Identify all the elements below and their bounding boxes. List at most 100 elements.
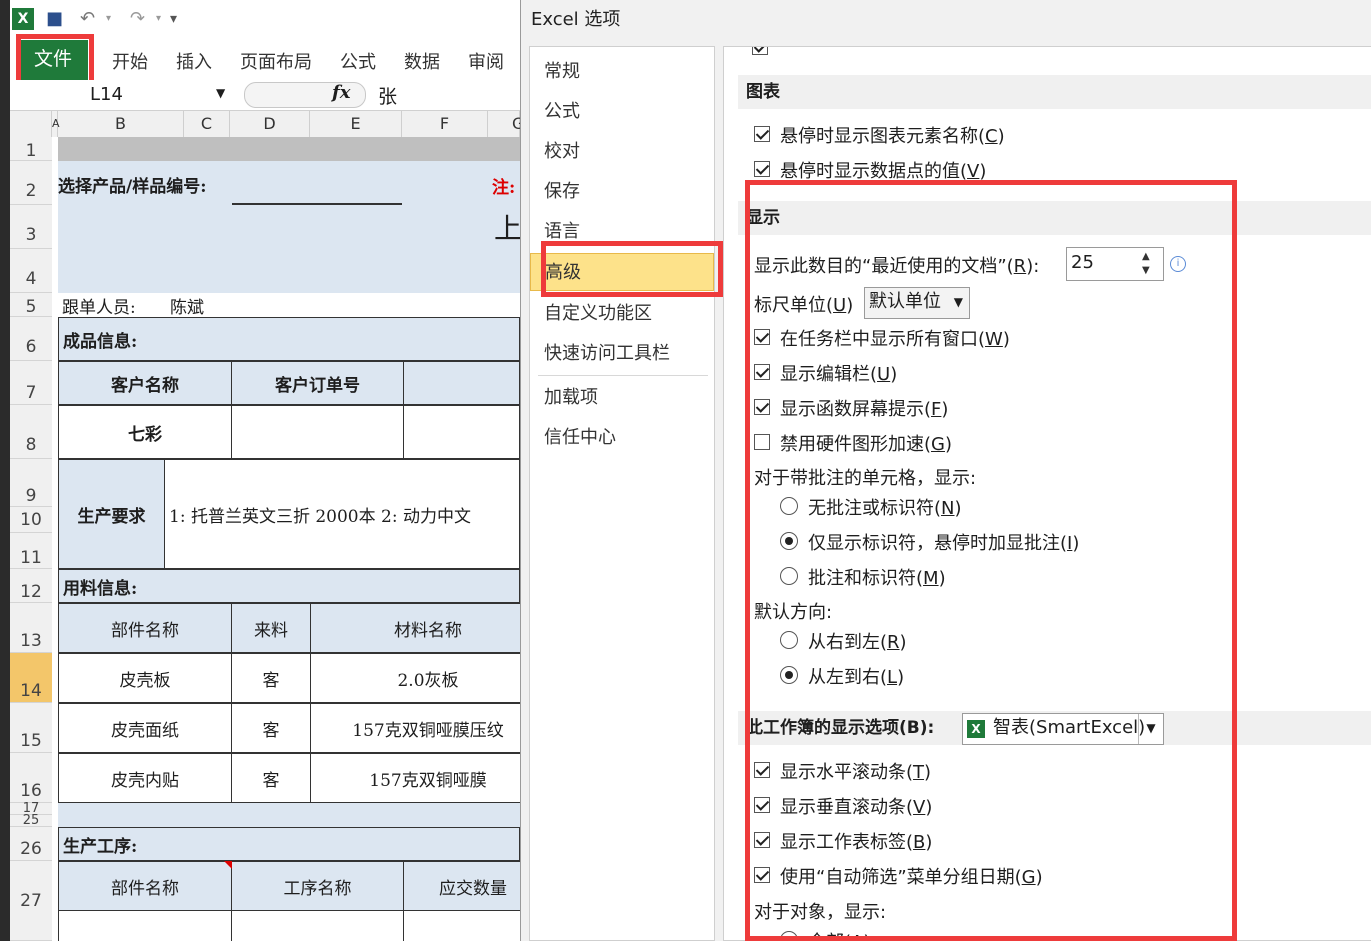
tab-review[interactable]: 审阅: [468, 48, 504, 74]
nav-proofing[interactable]: 校对: [530, 135, 714, 169]
tab-data[interactable]: 数据: [404, 48, 440, 74]
checkbox[interactable]: [752, 47, 768, 55]
customize-qat-icon[interactable]: ▾: [170, 8, 177, 30]
row-header-active[interactable]: 14: [10, 653, 52, 703]
nav-customize-ribbon[interactable]: 自定义功能区: [530, 297, 714, 331]
hover-element-names-label: 悬停时显示图表元素名称(C): [780, 126, 1005, 147]
redo-dropdown-icon[interactable]: ▾: [156, 8, 161, 30]
row-header[interactable]: 3: [10, 205, 52, 249]
nav-quick-access-toolbar[interactable]: 快速访问工具栏: [530, 337, 714, 371]
column-header[interactable]: D: [230, 111, 310, 137]
material-source-cell[interactable]: 客: [231, 653, 311, 703]
row-header[interactable]: 27: [10, 861, 52, 941]
product-info-header: 成品信息:: [58, 317, 520, 361]
material-part-cell[interactable]: 皮壳内贴: [58, 753, 232, 803]
row-header[interactable]: 15: [10, 703, 52, 753]
nav-general[interactable]: 常规: [530, 55, 714, 89]
customer-name-value[interactable]: 七彩: [58, 405, 232, 459]
select-product-label: 选择产品/样品编号:: [58, 176, 207, 197]
formula-input[interactable]: 张: [378, 82, 397, 109]
worksheet-grid[interactable]: 选择产品/样品编号: 注: 上 跟单人员: 陈斌 成品信息: 客户名称 客户订单…: [52, 137, 520, 941]
material-part-cell[interactable]: 皮壳板: [58, 653, 232, 703]
row-header[interactable]: 13: [10, 603, 52, 653]
row-header[interactable]: 10: [10, 507, 52, 533]
column-header[interactable]: G: [488, 111, 520, 137]
source-header: 来料: [231, 603, 311, 653]
select-all-corner[interactable]: [10, 111, 52, 137]
row-header[interactable]: 9: [10, 459, 52, 507]
customer-order-header: 客户订单号: [231, 361, 404, 405]
undo-dropdown-icon[interactable]: ▾: [106, 8, 111, 30]
material-info-header: 用料信息:: [58, 569, 520, 603]
undo-icon[interactable]: ↶: [80, 8, 95, 30]
row-header[interactable]: 6: [10, 317, 52, 361]
material-source-cell[interactable]: 客: [231, 753, 311, 803]
column-header[interactable]: B: [58, 111, 184, 137]
row-header[interactable]: 11: [10, 533, 52, 569]
nav-separator: [538, 375, 708, 376]
desktop-edge: [0, 0, 10, 941]
cell[interactable]: [403, 405, 520, 459]
cell[interactable]: [231, 910, 404, 941]
nav-add-ins[interactable]: 加载项: [530, 381, 714, 415]
nav-trust-center[interactable]: 信任中心: [530, 421, 714, 455]
column-headers: A B C D E F G: [10, 111, 520, 138]
row-header[interactable]: 1: [10, 137, 52, 161]
insert-function-icon[interactable]: fx: [332, 82, 350, 103]
material-name-cell[interactable]: 2.0灰板: [310, 653, 520, 703]
row-header[interactable]: 16: [10, 753, 52, 803]
tab-formulas[interactable]: 公式: [340, 48, 376, 74]
options-nav: 常规 公式 校对 保存 语言 高级 自定义功能区 快速访问工具栏 加载项 信任中…: [529, 46, 715, 941]
hidden-rows-band: [58, 803, 520, 827]
tab-home[interactable]: 开始: [112, 48, 148, 74]
column-header[interactable]: E: [310, 111, 402, 137]
dialog-title: Excel 选项: [531, 9, 621, 30]
formula-bar: L14 ▼ fx 张: [10, 80, 520, 111]
excel-options-dialog: Excel 选项 常规 公式 校对 保存 语言 高级 自定义功能区 快速访问工具…: [520, 0, 1371, 941]
excel-app-icon[interactable]: X: [12, 8, 34, 30]
name-box-dropdown-icon[interactable]: ▼: [216, 86, 225, 100]
material-name-cell[interactable]: 157克双铜哑膜: [310, 753, 520, 803]
nav-save[interactable]: 保存: [530, 175, 714, 209]
row-header[interactable]: 5: [10, 293, 52, 317]
hover-point-values-checkbox[interactable]: [754, 161, 770, 177]
row-header[interactable]: 2: [10, 161, 52, 205]
cell[interactable]: [403, 910, 520, 941]
form-title: 上: [494, 212, 520, 245]
tab-page-layout[interactable]: 页面布局: [240, 48, 312, 74]
production-req-text[interactable]: 1: 托普兰英文三折 2000本 2: 动力中文: [164, 459, 520, 569]
advanced-highlight: [541, 241, 723, 297]
material-source-cell[interactable]: 客: [231, 703, 311, 753]
note-label: 注:: [492, 177, 516, 198]
nav-formulas[interactable]: 公式: [530, 95, 714, 129]
customer-order-value[interactable]: [231, 405, 404, 459]
section-chart: 图表: [738, 75, 1371, 109]
comment-indicator-icon[interactable]: [224, 861, 232, 869]
column-header[interactable]: F: [402, 111, 488, 137]
material-part-cell[interactable]: 皮壳面纸: [58, 703, 232, 753]
cell[interactable]: [58, 910, 232, 941]
row-header[interactable]: 12: [10, 569, 52, 603]
process-header: 生产工序:: [58, 827, 520, 861]
row-header[interactable]: 4: [10, 249, 52, 293]
name-box[interactable]: L14: [20, 83, 238, 107]
hover-element-names-checkbox[interactable]: [754, 126, 770, 142]
row-header[interactable]: 26: [10, 827, 52, 861]
row-header[interactable]: 25: [10, 814, 52, 827]
row-header[interactable]: 7: [10, 361, 52, 405]
column-header[interactable]: C: [184, 111, 230, 137]
production-req-label: 生产要求: [58, 459, 165, 569]
cell[interactable]: [403, 361, 520, 405]
redo-icon[interactable]: ↷: [130, 8, 145, 30]
save-icon[interactable]: ■: [46, 8, 63, 30]
display-section-highlight: [745, 180, 1237, 941]
product-input-underline[interactable]: [232, 203, 402, 205]
row1-band: [58, 137, 520, 161]
tab-insert[interactable]: 插入: [176, 48, 212, 74]
process-part-header: 部件名称: [58, 861, 232, 911]
material-name-cell[interactable]: 157克双铜哑膜压纹: [310, 703, 520, 753]
excel-window: X ■ ↶ ▾ ↷ ▾ ▾ 开始 插入 页面布局 公式 数据 审阅 文件 L14…: [0, 0, 520, 941]
follower-label: 跟单人员:: [62, 297, 136, 318]
customer-name-header: 客户名称: [58, 361, 232, 405]
row-header[interactable]: 8: [10, 405, 52, 459]
